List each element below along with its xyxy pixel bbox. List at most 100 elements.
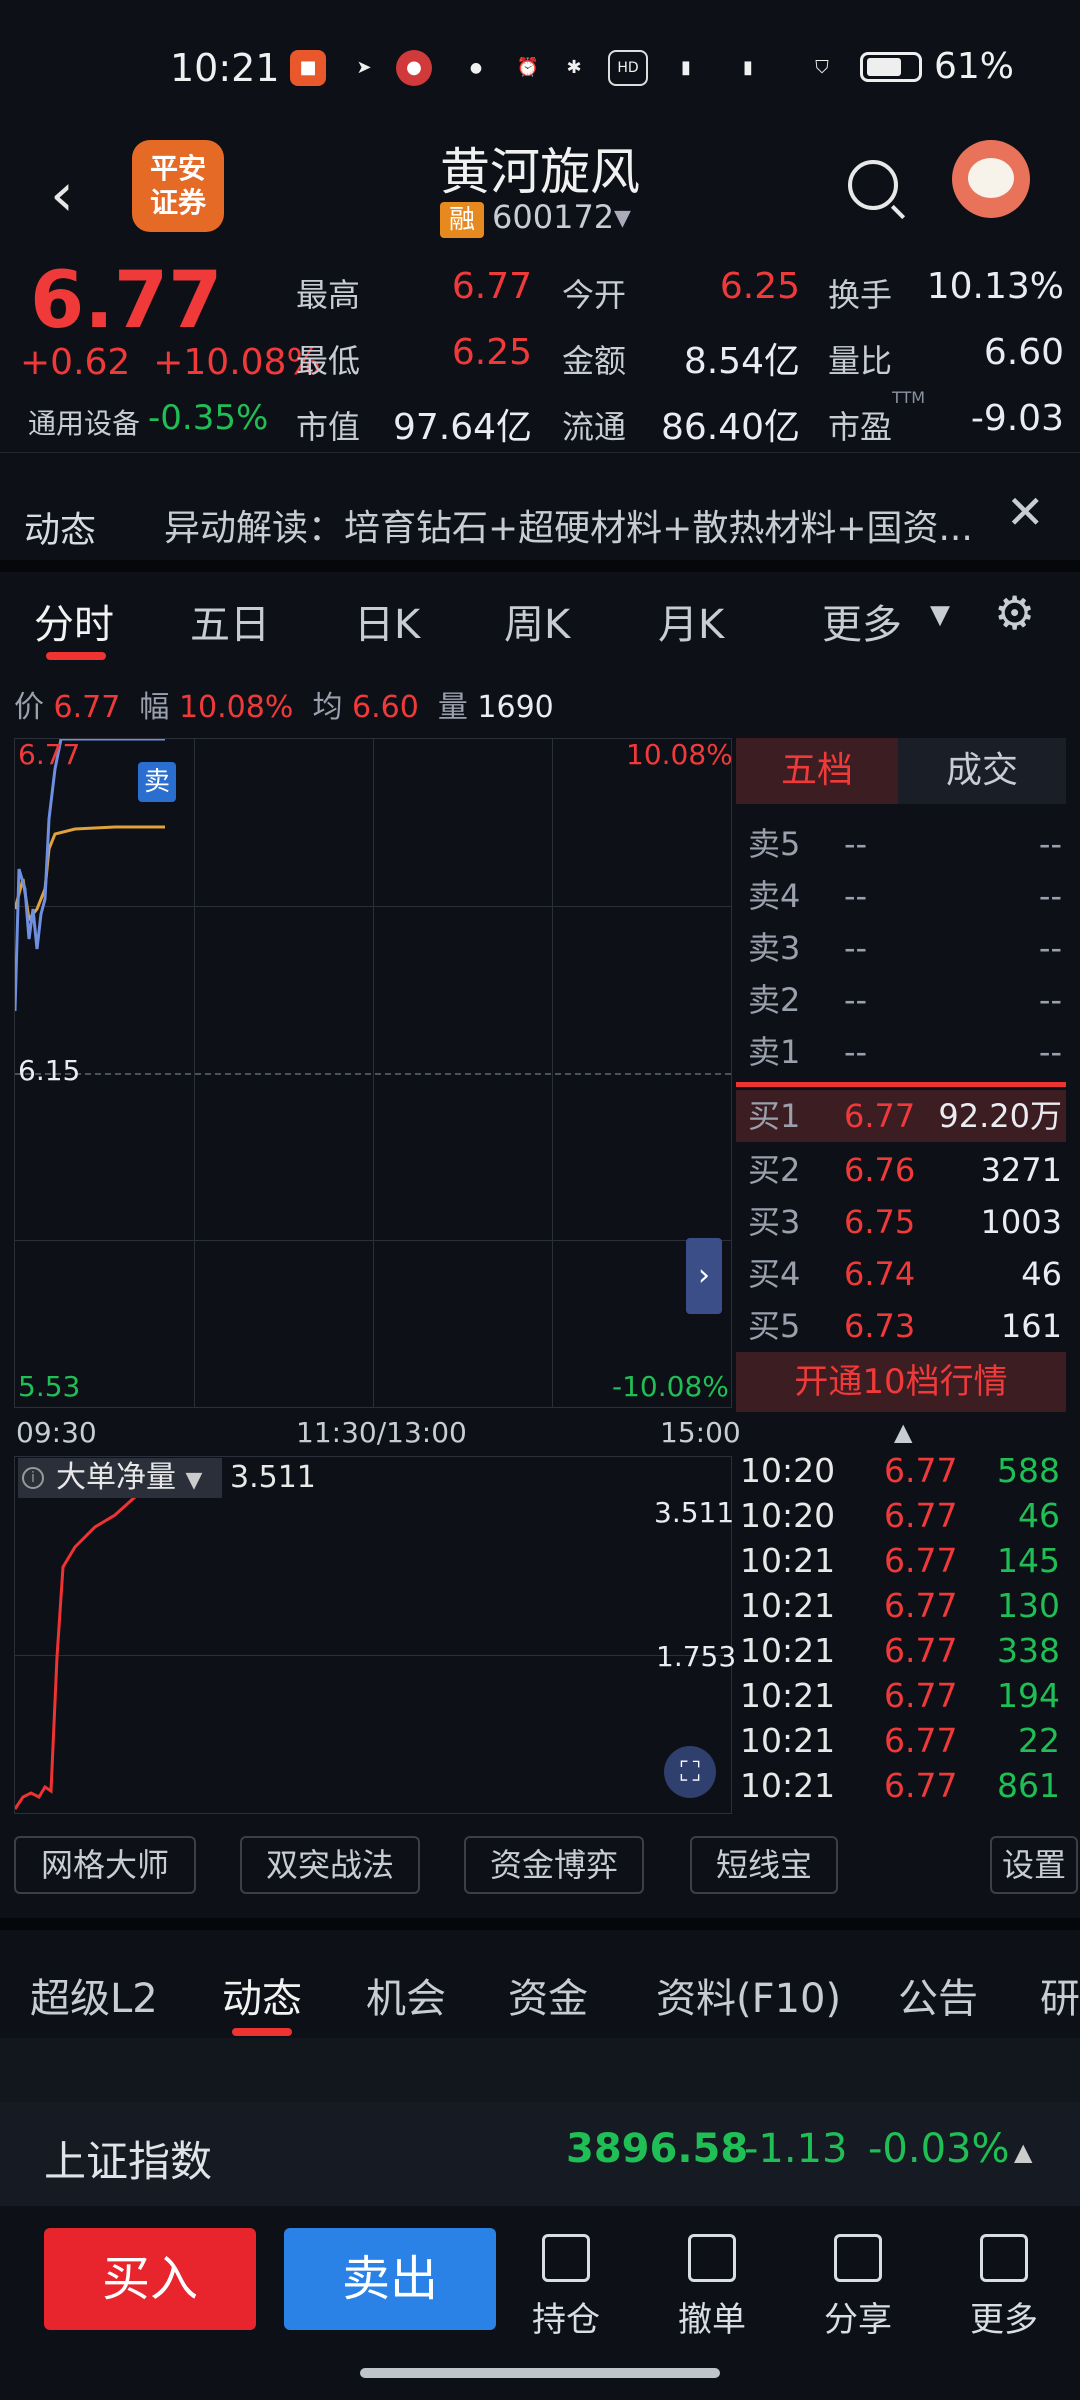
bid-volume: 161 <box>1000 1307 1062 1345</box>
trade-price: 6.77 <box>884 1676 958 1715</box>
double-breakout-button[interactable]: 双突战法 <box>240 1836 420 1894</box>
ask-label: 卖4 <box>748 877 801 915</box>
tab-super-l2[interactable]: 超级L2 <box>30 1966 158 2024</box>
fund-game-button[interactable]: 资金博弈 <box>464 1836 644 1894</box>
trade-price: 6.77 <box>884 1766 958 1805</box>
chevron-up-icon[interactable]: ▲ <box>1014 2138 1032 2166</box>
time-label-close: 15:00 <box>660 1416 741 1449</box>
status-bar: 10:21 ■ ➤ ● ● ⏰ ✱ HD ▮ ▮ ⛉ 61% <box>0 0 1080 130</box>
change-value: +0.62 <box>20 342 131 383</box>
time-label-noon: 11:30/13:00 <box>296 1416 467 1449</box>
industry-name[interactable]: 通用设备 <box>28 402 140 442</box>
big-order-chart[interactable] <box>14 1456 732 1814</box>
share-button[interactable]: 分享 <box>808 2234 908 2341</box>
bid-volume: 3271 <box>980 1151 1062 1189</box>
more-label: 更多 <box>970 2300 1038 2340</box>
current-price: 6.77 <box>30 256 223 346</box>
ask-price: -- <box>844 1033 868 1071</box>
avatar[interactable] <box>952 140 1030 218</box>
short-term-button[interactable]: 短线宝 <box>690 1836 838 1894</box>
bid-label: 买3 <box>748 1203 801 1241</box>
home-indicator[interactable] <box>360 2368 720 2378</box>
cancel-order-button[interactable]: 撤单 <box>662 2234 762 2341</box>
industry-change[interactable]: -0.35% <box>148 398 268 438</box>
bid-price: 6.73 <box>844 1307 916 1345</box>
buy-button[interactable]: 买入 <box>44 2228 256 2330</box>
more-dropdown-icon[interactable]: ▼ <box>930 600 950 630</box>
trade-time: 10:20 <box>740 1451 836 1490</box>
trade-list: 10:20 6.77 588 10:20 6.77 46 10:21 6.77 145 10… <box>736 1414 1066 1814</box>
float-cap-value: 86.40亿 <box>660 407 800 448</box>
undo-icon <box>688 2234 736 2282</box>
tab-daily-k[interactable]: 日K <box>354 592 420 650</box>
ask-volume: -- <box>1038 929 1062 967</box>
sell-marker[interactable]: 卖 <box>138 762 176 802</box>
intraday-chart[interactable] <box>14 738 732 1408</box>
close-icon[interactable]: ✕ <box>1006 485 1045 539</box>
news-ticker[interactable]: 动态 异动解读：培育钻石+超硬材料+散热材料+国资... ✕ <box>0 452 1080 562</box>
ask-label: 卖2 <box>748 981 801 1019</box>
grid-master-button[interactable]: 网格大师 <box>14 1836 196 1894</box>
pct-top-label: 10.08% <box>626 738 733 771</box>
signal-4g-2-icon: ▮ <box>743 57 753 78</box>
index-pct: -0.03% <box>868 2126 1010 2172</box>
bid-row: 买5 6.73 161 <box>736 1300 1066 1352</box>
more-button[interactable]: 更多 <box>954 2234 1054 2341</box>
settings-button[interactable]: 设置 <box>990 1836 1078 1894</box>
cursor-info-line: 价 6.77 幅 10.08% 均 6.60 量 1690 <box>14 682 554 726</box>
tab-announcements[interactable]: 公告 <box>898 1966 978 2024</box>
trade-volume: 194 <box>997 1676 1060 1715</box>
tab-funds[interactable]: 资金 <box>508 1966 588 2024</box>
tab-dynamics[interactable]: 动态 <box>222 1966 302 2024</box>
tab-intraday[interactable]: 分时 <box>34 592 114 650</box>
turnover-label: 换手 <box>828 276 893 314</box>
gear-icon[interactable]: ⚙ <box>994 586 1035 640</box>
tab-order-book[interactable]: 五档 <box>736 738 898 804</box>
bid-price: 6.74 <box>844 1255 916 1293</box>
fullscreen-icon[interactable]: ⛶ <box>664 1746 716 1798</box>
ask-volume: -- <box>1038 877 1062 915</box>
time-label-open: 09:30 <box>16 1416 97 1449</box>
news-text[interactable]: 异动解读：培育钻石+超硬材料+散热材料+国资... <box>164 499 1004 551</box>
avg-price-line <box>15 825 165 923</box>
bid-row: 买4 6.74 46 <box>736 1248 1066 1300</box>
trade-volume: 861 <box>997 1766 1060 1805</box>
stock-name[interactable]: 黄河旋风 <box>0 132 1080 204</box>
trade-row: 10:21 6.77 22 <box>736 1718 1066 1763</box>
menu-icon <box>980 2234 1028 2282</box>
active-tab-indicator <box>46 652 106 660</box>
tab-monthly-k[interactable]: 月K <box>658 592 724 650</box>
chevron-right-icon[interactable]: › <box>686 1238 722 1314</box>
trade-row: 10:21 6.77 338 <box>736 1628 1066 1673</box>
tab-more[interactable]: 更多 <box>822 592 902 650</box>
big-order-y-mid: 1.753 <box>656 1640 737 1673</box>
index-name: 上证指数 <box>44 2137 213 2186</box>
big-order-y-top: 3.511 <box>654 1496 735 1529</box>
sell-button[interactable]: 卖出 <box>284 2228 496 2330</box>
tab-research[interactable]: 研 <box>1040 1966 1080 2024</box>
level10-upgrade-button[interactable]: 开通10档行情 <box>736 1352 1066 1412</box>
divider <box>0 560 1080 572</box>
y-axis-mid-label: 6.15 <box>18 1054 81 1087</box>
tab-trades[interactable]: 成交 <box>898 738 1066 804</box>
tab-weekly-k[interactable]: 周K <box>504 592 570 650</box>
tab-five-day[interactable]: 五日 <box>190 592 270 650</box>
shield-icon: ⛉ <box>815 57 829 78</box>
search-icon[interactable] <box>848 160 898 210</box>
trade-time: 10:21 <box>740 1721 836 1760</box>
big-order-selector[interactable]: 大单净量 ▼ <box>18 1458 222 1498</box>
positions-button[interactable]: 持仓 <box>516 2234 616 2341</box>
price-change: +0.62 +10.08% <box>20 342 321 383</box>
battery-percent: 61% <box>934 46 1015 87</box>
stock-code[interactable]: 600172 <box>492 198 614 236</box>
kline-tabs: 分时 五日 日K 周K 月K 更多 ▼ ⚙ <box>0 572 1080 662</box>
open-label: 今开 <box>562 276 627 314</box>
bid-label: 买4 <box>748 1255 801 1293</box>
index-ticker[interactable]: 上证指数 3896.58 -1.13 -0.03% ▲ <box>0 2102 1080 2206</box>
tab-f10[interactable]: 资料(F10) <box>656 1966 841 2024</box>
tab-opportunity[interactable]: 机会 <box>366 1966 446 2024</box>
trade-price: 6.77 <box>884 1721 958 1760</box>
chevron-down-icon[interactable]: ▼ <box>614 206 631 231</box>
info-icon[interactable]: i <box>22 1467 44 1489</box>
divider <box>0 1918 1080 1930</box>
